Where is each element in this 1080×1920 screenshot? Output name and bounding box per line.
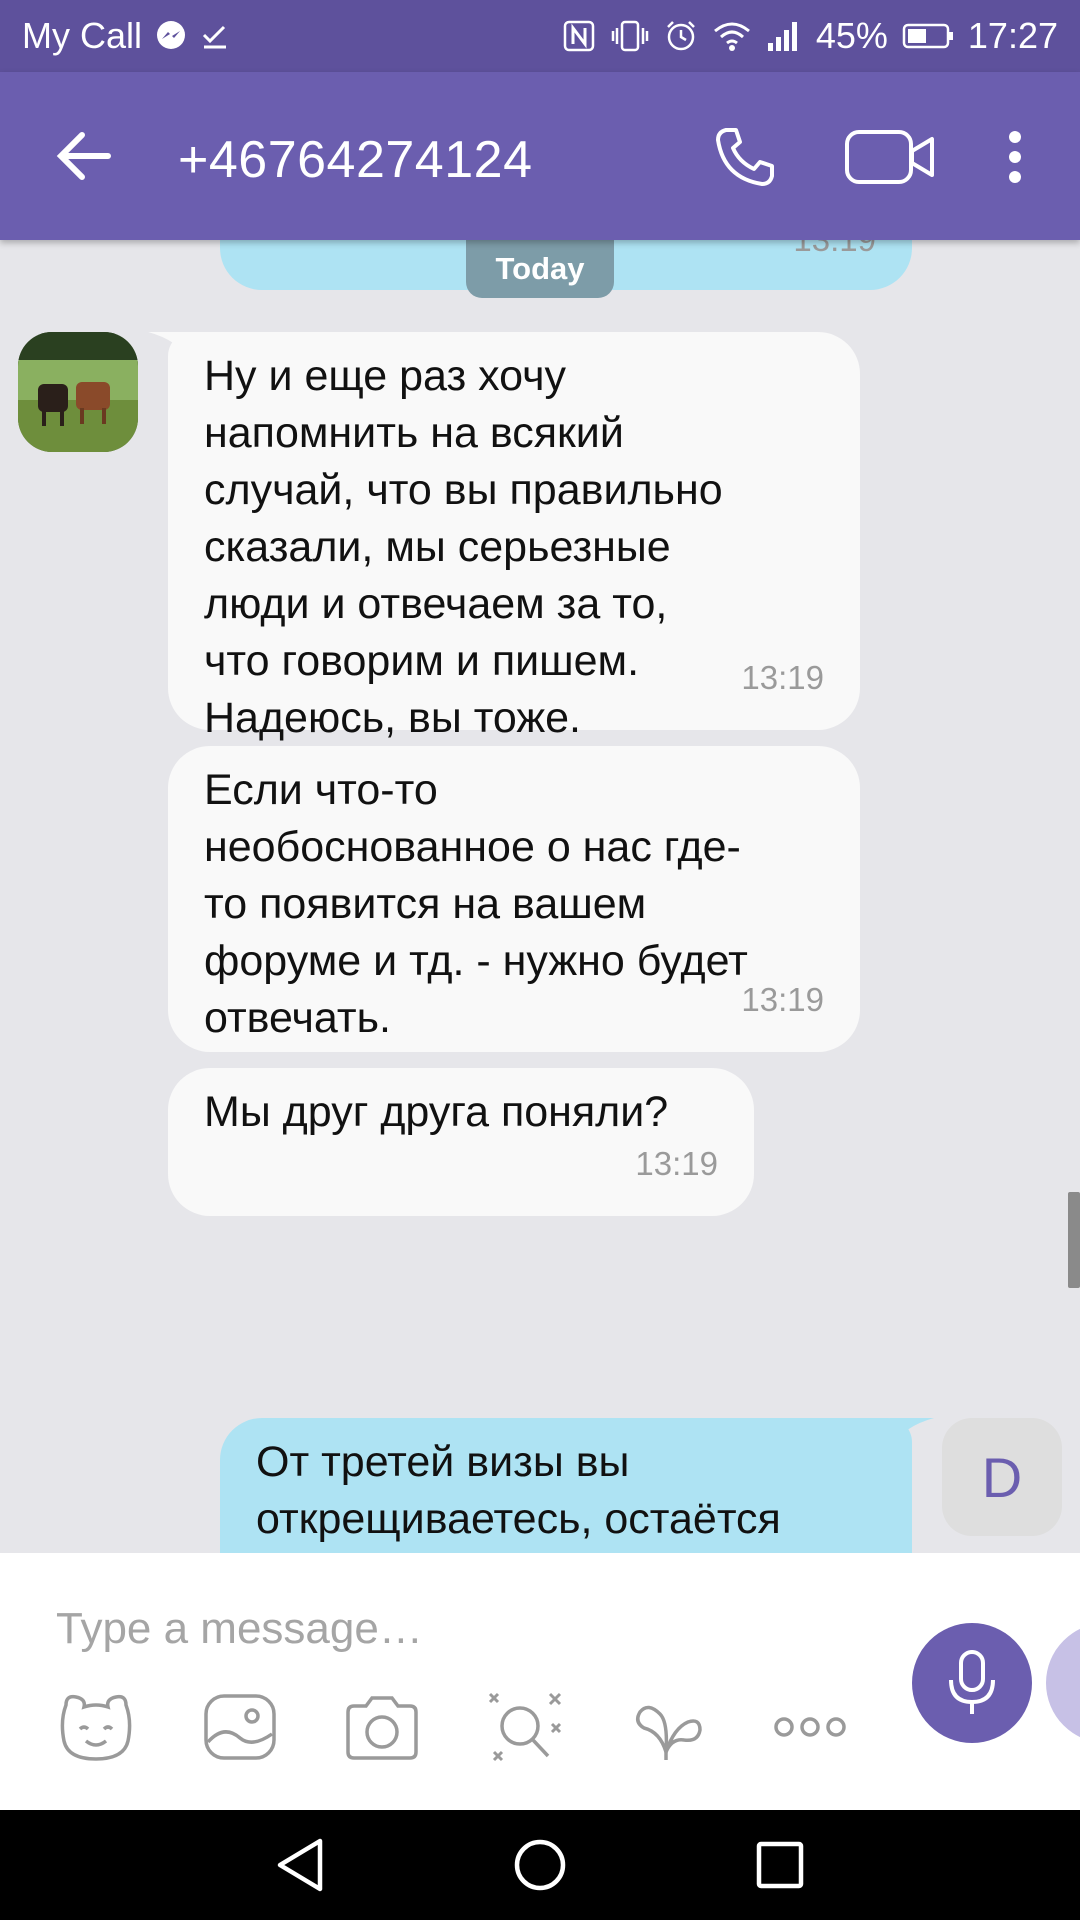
status-right: 45% 17:27 [562, 15, 1058, 57]
message-time: 13:19 [793, 240, 876, 268]
messenger-icon [154, 19, 188, 53]
back-button[interactable] [52, 124, 116, 188]
gif-button[interactable] [626, 1689, 710, 1765]
video-camera-icon [845, 130, 934, 184]
message-bubble-incoming[interactable]: Ну и еще раз хочу напомнить на всякий сл… [168, 332, 860, 742]
message-text: От третей визы вы открещиваетесь, остаёт… [256, 1438, 781, 1543]
sticker-button[interactable] [54, 1689, 138, 1765]
message-bubble-incoming[interactable]: Если что-то необоснованное о нас где- то… [168, 746, 860, 1052]
conversation-header: +46764274124 [0, 72, 1080, 240]
arrow-left-icon [56, 132, 111, 180]
alarm-icon [664, 19, 698, 53]
secondary-action-button[interactable] [1046, 1623, 1080, 1743]
wifi-icon [712, 19, 752, 53]
nfc-icon [562, 19, 596, 53]
voice-call-button[interactable] [710, 122, 780, 192]
gif-icon [636, 1705, 702, 1760]
triangle-back-icon [277, 1838, 323, 1892]
bubble-tail [890, 1418, 934, 1448]
message-input[interactable] [56, 1599, 876, 1659]
gallery-icon [204, 1694, 276, 1760]
message-list[interactable]: 13:19 Today Ну и еще раз хочу напомнить … [0, 240, 1080, 1553]
status-app-name: My Call [22, 15, 143, 56]
contact-name[interactable]: +46764274124 [178, 130, 533, 190]
square-recents-icon [756, 1841, 804, 1889]
nav-home-button[interactable] [510, 1837, 570, 1893]
nav-recents-button[interactable] [750, 1837, 810, 1893]
message-text: Мы друг друга поняли? [204, 1088, 669, 1136]
doodle-button[interactable] [484, 1689, 568, 1765]
more-options-composer-button[interactable] [768, 1689, 852, 1765]
system-navigation-bar [0, 1810, 1080, 1920]
battery-icon [902, 22, 954, 50]
message-time: 13:19 [635, 1145, 718, 1182]
composer [0, 1553, 1080, 1810]
checkmark-download-icon [200, 21, 230, 51]
message-text: Если что-то необоснованное о нас где- то… [204, 766, 748, 1042]
circle-home-icon [514, 1839, 566, 1891]
message-time: 13:19 [741, 659, 824, 696]
gallery-button[interactable] [198, 1689, 282, 1765]
battery-percent: 45% [815, 15, 888, 56]
status-time: 17:27 [967, 15, 1058, 56]
more-vertical-icon [1009, 131, 1021, 183]
message-time: 13:19 [741, 981, 824, 1018]
camera-icon [346, 1696, 418, 1760]
sticker-bear-icon [60, 1694, 132, 1761]
bubble-tail [148, 332, 192, 362]
message-text: Ну и еще раз хочу напомнить на всякий сл… [204, 352, 723, 742]
voice-message-button[interactable] [912, 1623, 1032, 1743]
vibrate-icon [610, 19, 650, 53]
microphone-icon [949, 1650, 995, 1714]
screen: My Call 45% 17:27 +46764274124 Today Ну … [0, 0, 1080, 1920]
message-bubble-outgoing[interactable]: От третей визы вы открещиваетесь, остаёт… [220, 1418, 912, 1553]
message-bubble-incoming[interactable]: Мы друг друга поняли? 13:19 [168, 1068, 754, 1216]
phone-icon [716, 128, 774, 186]
more-options-button[interactable] [990, 122, 1040, 192]
date-separator: Today [466, 240, 614, 298]
scrollbar-thumb[interactable] [1068, 1192, 1080, 1288]
my-avatar[interactable]: D [942, 1418, 1062, 1536]
status-left: My Call [22, 15, 230, 57]
camera-button[interactable] [340, 1689, 424, 1765]
avatar-photo [18, 332, 138, 452]
nav-back-button[interactable] [270, 1837, 330, 1893]
video-call-button[interactable] [842, 122, 938, 192]
contact-avatar[interactable] [18, 332, 138, 452]
status-bar: My Call 45% 17:27 [0, 0, 1080, 72]
doodle-icon [488, 1692, 562, 1762]
signal-icon [766, 19, 802, 53]
more-horizontal-icon [774, 1717, 846, 1737]
